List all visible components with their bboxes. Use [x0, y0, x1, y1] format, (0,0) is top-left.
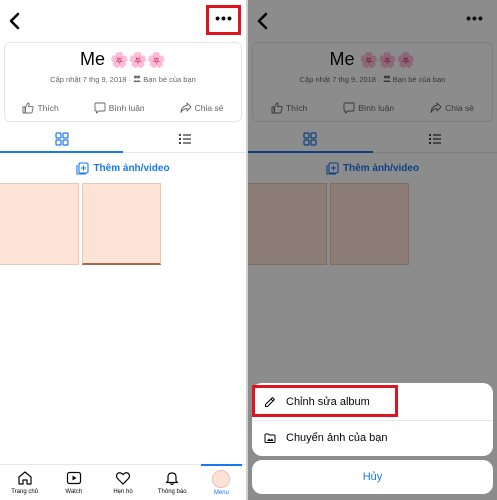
comment-button[interactable]: Bình luận: [94, 102, 145, 114]
nav-menu-label: Menu: [213, 490, 229, 496]
nav-watch-label: Watch: [65, 489, 83, 495]
thumbs-up-icon: [23, 102, 35, 114]
add-photo-video-button[interactable]: Thêm ảnh/video: [0, 160, 246, 176]
move-photos-option[interactable]: Chuyển ảnh của bạn: [252, 420, 493, 454]
bottom-navigation: Trang chủ Watch Hẹn hò Thông báo Menu: [0, 464, 246, 500]
album-title-text: Me: [79, 49, 105, 69]
like-button[interactable]: Thích: [22, 102, 59, 114]
bell-icon: [166, 472, 179, 486]
tab-list-view[interactable]: [123, 125, 246, 152]
grid-icon: [54, 131, 69, 146]
tab-grid-view[interactable]: [0, 125, 123, 153]
comment-label: Bình luận: [108, 103, 145, 113]
audience-label: Bạn bè của bạn: [143, 75, 196, 84]
album-title: Me 🌸🌸🌸: [5, 49, 241, 70]
cancel-label: Hủy: [362, 471, 383, 483]
updated-date: Cập nhật 7 thg 9, 2018: [50, 75, 127, 84]
album-actions: Thích Bình luận Chia sẻ: [5, 100, 241, 116]
nav-watch[interactable]: Watch: [49, 465, 98, 500]
avatar: [212, 470, 231, 488]
highlight-more-button: [206, 5, 241, 35]
nav-notifications[interactable]: Thông báo: [148, 465, 197, 500]
move-photos-label: Chuyển ảnh của bạn: [286, 431, 388, 444]
nav-home-label: Trang chủ: [11, 489, 38, 495]
watch-icon: [66, 471, 81, 485]
nav-menu[interactable]: Menu: [197, 464, 246, 500]
add-photo-icon: [76, 161, 89, 175]
share-label: Chia sẻ: [194, 103, 224, 113]
folder-photo-icon: [264, 433, 276, 443]
nav-notifications-label: Thông báo: [157, 489, 187, 495]
photo-thumbnail[interactable]: [82, 183, 161, 265]
nav-dating[interactable]: Hẹn hò: [98, 465, 147, 500]
album-screen-with-menu: ••• Me 🌸🌸🌸 Cập nhật 7 thg 9, 2018 · Bạn …: [248, 0, 497, 500]
nav-dating-label: Hẹn hò: [113, 489, 133, 495]
friends-icon: [133, 75, 142, 82]
add-media-label: Thêm ảnh/video: [93, 162, 170, 174]
list-icon: [178, 133, 191, 144]
album-screen: ••• Me 🌸🌸🌸 Cập nhật 7 thg 9, 2018 · Bạn …: [0, 0, 246, 500]
album-info-card: Me 🌸🌸🌸 Cập nhật 7 thg 9, 2018 · Bạn bè c…: [4, 42, 242, 122]
highlight-edit-album: [252, 385, 398, 417]
home-icon: [17, 471, 32, 485]
heart-icon: [115, 472, 131, 485]
album-title-emojis: 🌸🌸🌸: [110, 52, 167, 69]
back-arrow-icon[interactable]: [8, 12, 22, 30]
cancel-button[interactable]: Hủy: [252, 460, 493, 494]
share-icon: [180, 102, 192, 113]
photo-grid: [0, 183, 161, 265]
share-button[interactable]: Chia sẻ: [180, 102, 224, 114]
comment-icon: [94, 102, 106, 114]
photo-thumbnail[interactable]: [0, 183, 79, 265]
view-tabs: [0, 125, 246, 153]
album-meta: Cập nhật 7 thg 9, 2018 · Bạn bè của bạn: [5, 75, 241, 84]
meta-separator: ·: [128, 75, 132, 84]
nav-home[interactable]: Trang chủ: [0, 465, 49, 500]
like-label: Thích: [37, 103, 59, 113]
